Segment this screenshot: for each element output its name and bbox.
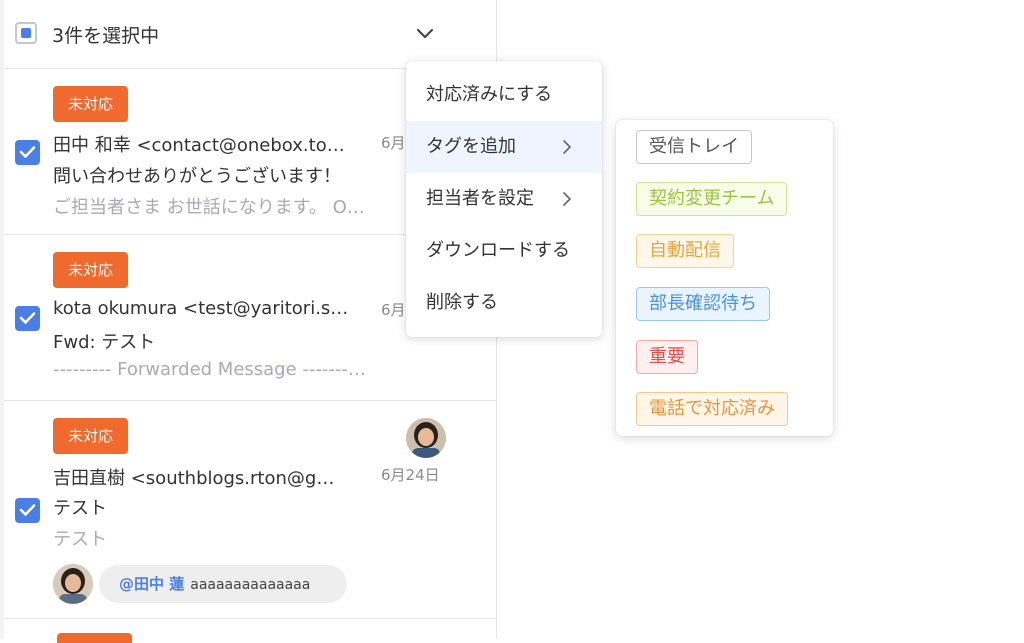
item-checkbox[interactable] (15, 306, 40, 331)
avatar (406, 418, 446, 458)
comment-avatar (53, 564, 93, 604)
tag-contract-change-team[interactable]: 契約変更チーム (636, 182, 788, 216)
status-badge: 未対応 (53, 86, 128, 122)
status-badge: 未対応 (53, 418, 128, 454)
selection-count-label: 3件を選択中 (52, 25, 160, 47)
tag-important[interactable]: 重要 (636, 340, 698, 374)
preview: ご担当者さま お世話になります。 O… (53, 197, 365, 218)
tag-auto-delivery[interactable]: 自動配信 (636, 234, 734, 268)
tag-inbox[interactable]: 受信トレイ (636, 130, 752, 164)
chevron-down-icon[interactable] (414, 22, 436, 44)
menu-item-label: 削除する (426, 292, 498, 313)
preview: --------- Forwarded Message -------… (53, 359, 366, 380)
status-badge (57, 633, 132, 643)
menu-item-mark-done[interactable]: 対応済みにする (406, 69, 602, 121)
menu-item-label: 担当者を設定 (426, 188, 534, 209)
select-all-checkbox[interactable] (15, 22, 37, 44)
item-checkbox[interactable] (15, 498, 40, 523)
check-icon (19, 504, 36, 516)
subject: テスト (53, 498, 107, 519)
item-checkbox[interactable] (15, 140, 40, 165)
date: 6月 (381, 134, 406, 152)
subject: Fwd: テスト (53, 332, 156, 353)
subject: 問い合わせありがとうございます！ (53, 166, 341, 187)
menu-item-label: 対応済みにする (426, 84, 553, 105)
menu-item-set-assignee[interactable]: 担当者を設定 (406, 173, 602, 225)
bulk-action-menu: 対応済みにする タグを追加 担当者を設定 ダウンロードする 削除する (406, 61, 602, 337)
menu-item-download[interactable]: ダウンロードする (406, 225, 602, 277)
menu-item-add-tag[interactable]: タグを追加 (406, 121, 602, 173)
date: 6月 (381, 301, 406, 319)
tag-phone-handled[interactable]: 電話で対応済み (636, 392, 788, 426)
chevron-right-icon (563, 140, 571, 154)
tag-submenu: 受信トレイ 契約変更チーム 自動配信 部長確認待ち 重要 電話で対応済み (616, 120, 833, 436)
chevron-right-icon (563, 192, 571, 206)
mention-text: aaaaaaaaaaaaaa (190, 577, 311, 593)
selection-header: 3件を選択中 (4, 0, 496, 69)
check-icon (19, 312, 36, 324)
tag-manager-review[interactable]: 部長確認待ち (636, 287, 770, 321)
preview: テスト (53, 529, 107, 550)
date: 6月24日 (381, 466, 440, 484)
menu-item-label: ダウンロードする (426, 240, 570, 261)
sender: 田中 和幸 <contact@onebox.to… (53, 135, 345, 156)
check-icon (19, 146, 36, 158)
mention-name: @田中 蓮 (119, 575, 185, 593)
menu-item-label: タグを追加 (426, 136, 516, 157)
mention-comment[interactable]: @田中 蓮 aaaaaaaaaaaaaa (99, 565, 347, 603)
menu-item-delete[interactable]: 削除する (406, 277, 602, 329)
status-badge: 未対応 (53, 252, 128, 288)
sender: 吉田直樹 <southblogs.rton@g… (53, 468, 335, 489)
sender: kota okumura <test@yaritori.s… (53, 298, 349, 319)
